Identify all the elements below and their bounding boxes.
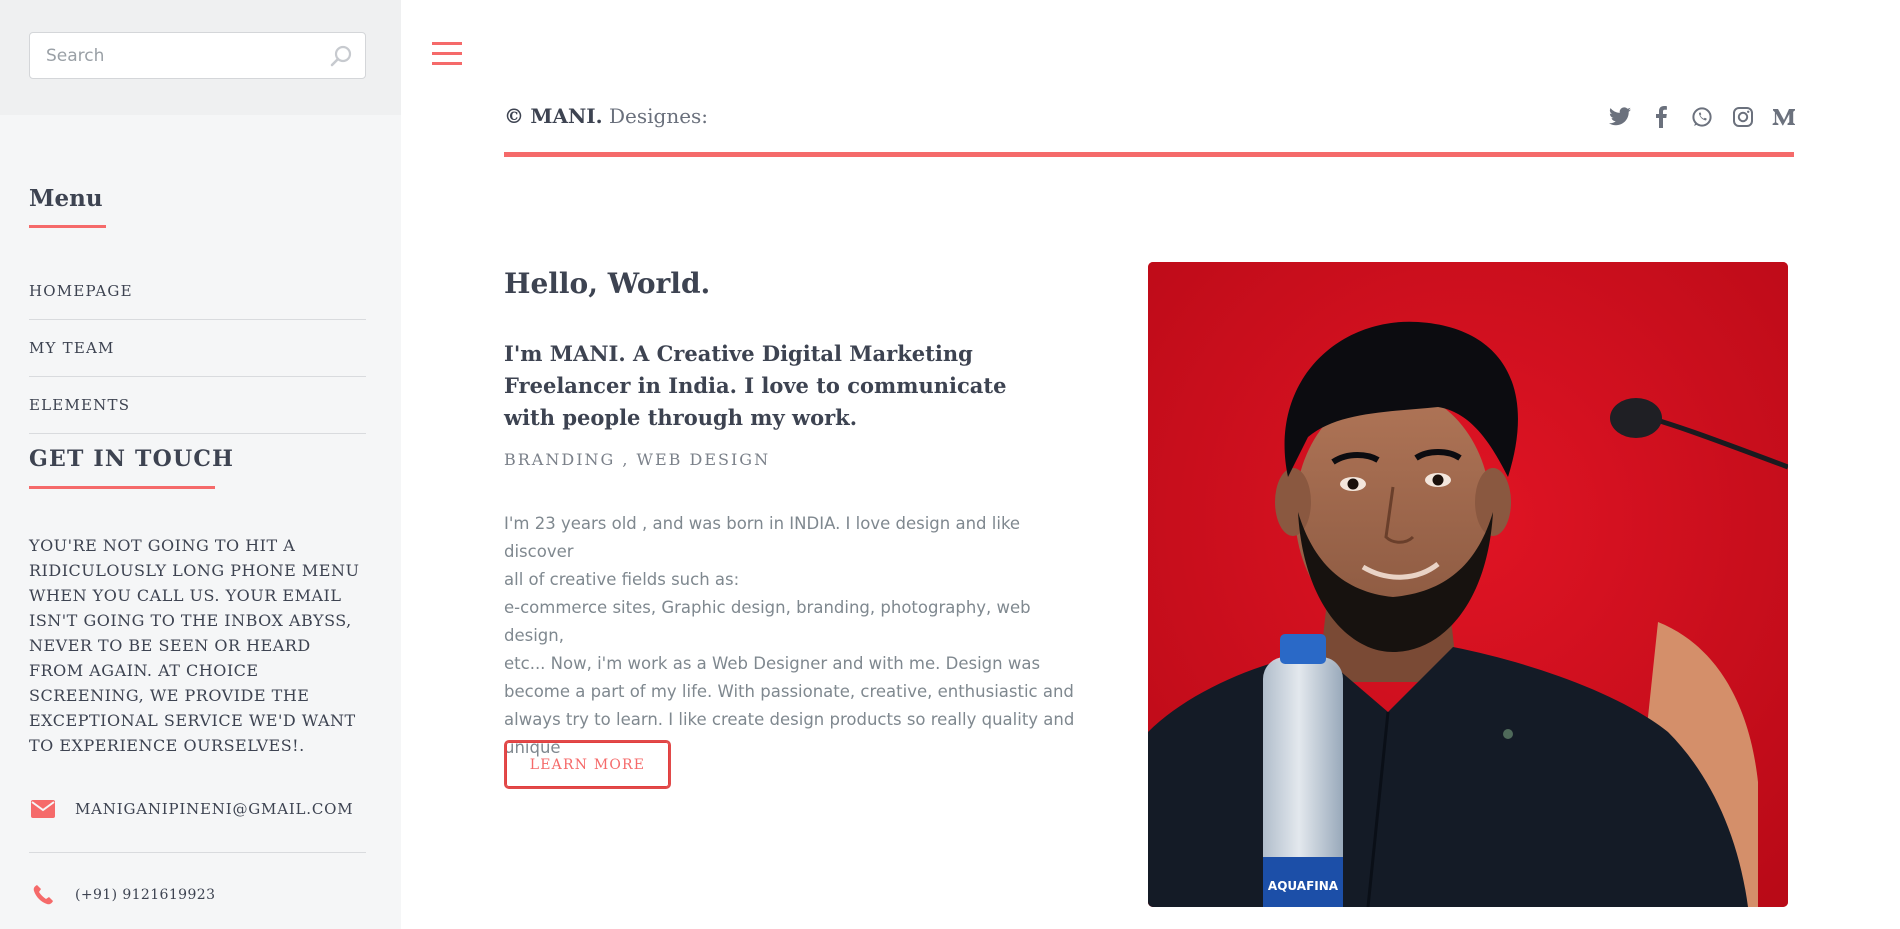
brand-suffix: Designes: <box>608 104 709 128</box>
tags-line: BRANDING , WEB DESIGN <box>504 450 771 469</box>
contact-divider <box>29 852 366 853</box>
sidebar: Menu HOMEPAGE MY TEAM ELEMENTS GET IN TO… <box>0 0 401 929</box>
envelope-icon <box>29 795 57 823</box>
bottle-label: AQUAFINA <box>1268 879 1339 893</box>
instagram-icon[interactable] <box>1731 105 1755 129</box>
search-input[interactable] <box>46 33 316 78</box>
bio-line: e-commerce sites, Graphic design, brandi… <box>504 598 1031 645</box>
whatsapp-icon[interactable] <box>1690 105 1714 129</box>
bio-line: I'm 23 years old , and was born in INDIA… <box>504 514 1021 561</box>
brand[interactable]: © MANI. Designes: <box>504 104 708 128</box>
social-links <box>1608 105 1796 129</box>
medium-icon[interactable] <box>1772 105 1796 129</box>
menu-underline <box>29 225 106 228</box>
facebook-icon[interactable] <box>1649 105 1673 129</box>
intro-heading: I'm MANI. A Creative Digital Marketing F… <box>504 341 1007 430</box>
contact-phone-row[interactable]: (+91) 9121619923 <box>29 874 366 916</box>
contact-email-row[interactable]: MANIGANIPINENI@GMAIL.COM <box>29 788 366 830</box>
header-divider <box>504 152 1794 157</box>
bio-line: etc... Now, i'm work as a Web Designer a… <box>504 654 1041 673</box>
contact-phone[interactable]: (+91) 9121619923 <box>75 887 215 903</box>
menu-item-my-team[interactable]: MY TEAM <box>29 320 366 377</box>
search-section <box>0 0 401 115</box>
bio-line: always try to learn. I like create desig… <box>504 710 1075 729</box>
menu-title: Menu <box>29 185 103 212</box>
menu-list: HOMEPAGE MY TEAM ELEMENTS <box>29 263 366 434</box>
search-icon[interactable] <box>328 43 354 69</box>
bio-paragraph: I'm 23 years old , and was born in INDIA… <box>504 510 1084 762</box>
hello-heading: Hello, World. <box>504 267 711 300</box>
hamburger-menu-icon[interactable] <box>432 40 462 68</box>
menu-item-homepage[interactable]: HOMEPAGE <box>29 263 366 320</box>
bio-line: all of creative fields such as: <box>504 570 740 589</box>
contact-email[interactable]: MANIGANIPINENI@GMAIL.COM <box>75 800 353 818</box>
get-in-touch-underline <box>29 486 215 489</box>
bio-line: become a part of my life. With passionat… <box>504 682 1074 701</box>
menu-item-elements[interactable]: ELEMENTS <box>29 377 366 434</box>
twitter-icon[interactable] <box>1608 105 1632 129</box>
learn-more-button[interactable]: LEARN MORE <box>504 740 671 789</box>
phone-icon <box>29 881 57 909</box>
get-in-touch-title: GET IN TOUCH <box>29 446 235 472</box>
get-in-touch-text: YOU'RE NOT GOING TO HIT A RIDICULOUSLY L… <box>29 536 360 755</box>
brand-name: MANI. <box>530 104 603 128</box>
profile-photo: AQUAFINA <box>1148 262 1788 907</box>
search-box[interactable] <box>29 32 366 79</box>
brand-copyright: © <box>504 104 524 128</box>
